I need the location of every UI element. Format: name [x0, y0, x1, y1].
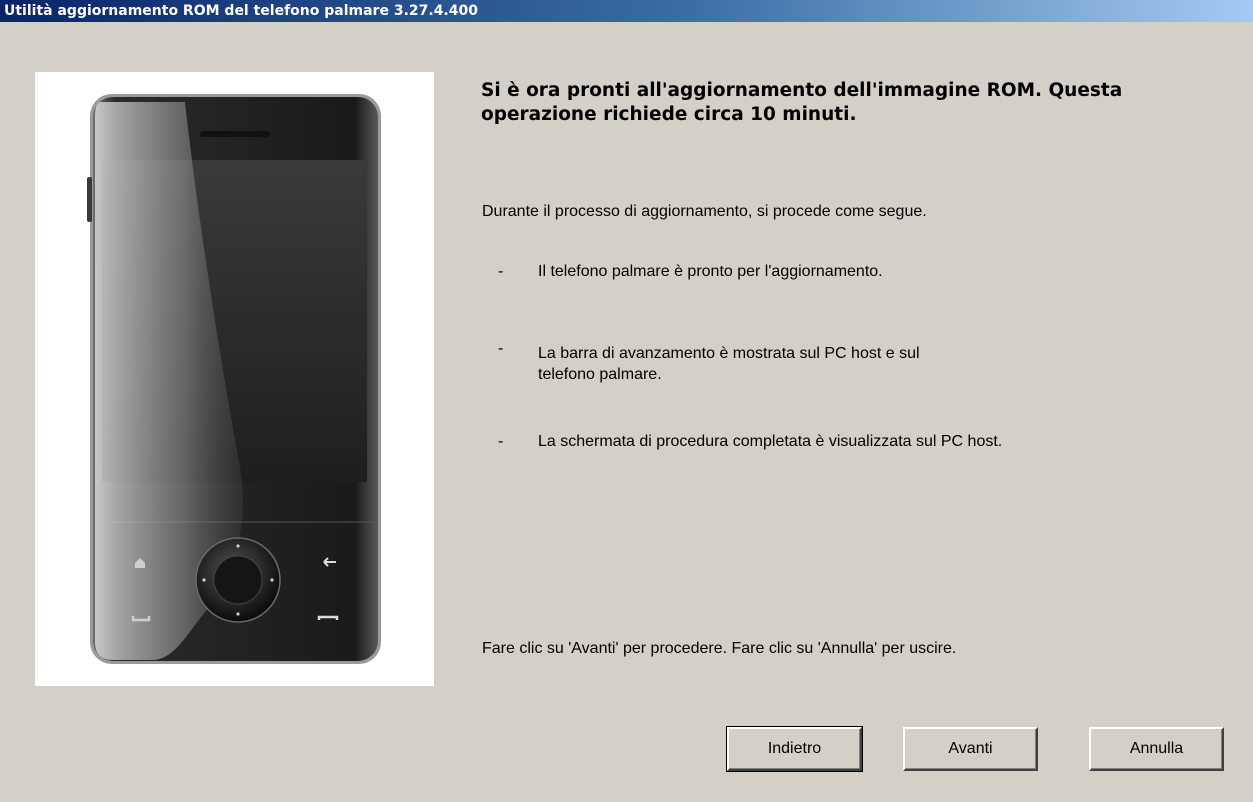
step-dash: - — [498, 263, 504, 280]
step-dash: - — [498, 340, 504, 357]
instruction-text: Fare clic su 'Avanti' per procedere. Far… — [482, 640, 957, 657]
rom-update-dialog: Utilità aggiornamento ROM del telefono p… — [0, 0, 1253, 802]
headline: Si è ora pronti all'aggiornamento dell'i… — [481, 80, 1123, 125]
step-text: La schermata di procedura completata è v… — [538, 433, 1003, 450]
device-image-panel — [35, 72, 434, 686]
title-bar[interactable]: Utilità aggiornamento ROM del telefono p… — [0, 0, 1253, 22]
intro-text: Durante il processo di aggiornamento, si… — [482, 203, 927, 220]
window-title: Utilità aggiornamento ROM del telefono p… — [4, 3, 478, 19]
next-button[interactable]: Avanti — [903, 727, 1038, 771]
step-text: Il telefono palmare è pronto per l'aggio… — [538, 263, 883, 280]
cancel-button[interactable]: Annulla — [1089, 727, 1224, 771]
back-button[interactable]: Indietro — [726, 726, 863, 772]
step-text: La barra di avanzamento è mostrata sul P… — [538, 345, 920, 383]
smartphone-illustration-icon — [87, 94, 381, 664]
step-dash: - — [498, 433, 504, 450]
